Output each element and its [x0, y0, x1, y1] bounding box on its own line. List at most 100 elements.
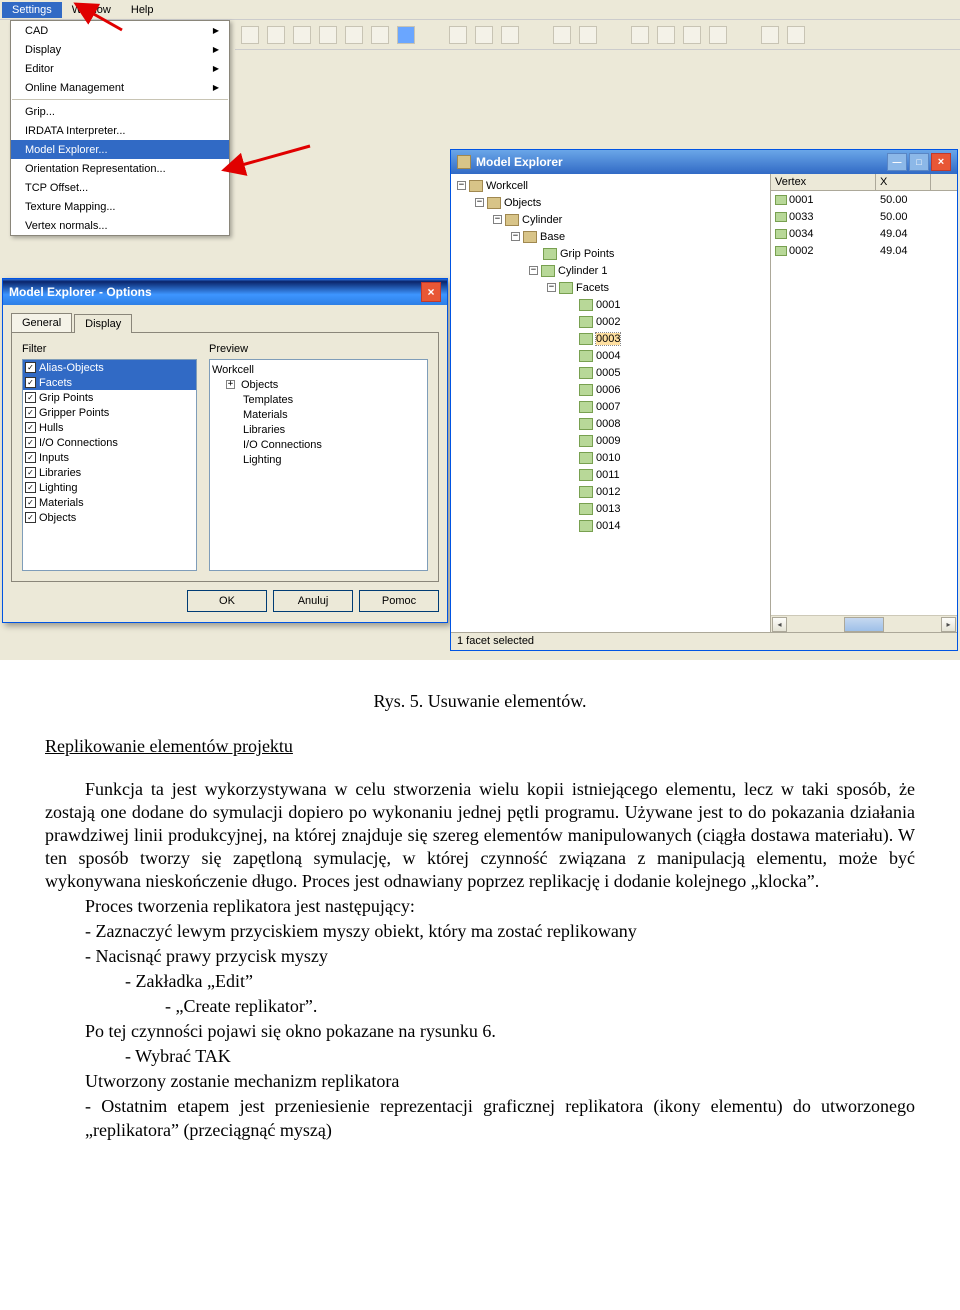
tree-node[interactable]: 0004 [454, 347, 767, 364]
filter-item[interactable]: ✓Grip Points [23, 390, 196, 405]
expand-icon[interactable]: − [529, 266, 538, 275]
toolbar-btn[interactable] [631, 26, 649, 44]
filter-item[interactable]: ✓I/O Connections [23, 435, 196, 450]
scrollbar-thumb[interactable] [844, 617, 884, 632]
checkbox-icon[interactable]: ✓ [25, 392, 36, 403]
horizontal-scrollbar[interactable]: ◂ ▸ [771, 615, 957, 632]
tree-node[interactable]: 0014 [454, 517, 767, 534]
checkbox-icon[interactable]: ✓ [25, 482, 36, 493]
explorer-tree[interactable]: −Workcell−Objects−Cylinder−BaseGrip Poin… [451, 174, 771, 632]
tree-node[interactable]: 0013 [454, 500, 767, 517]
toolbar-btn[interactable] [579, 26, 597, 44]
filter-item[interactable]: ✓Gripper Points [23, 405, 196, 420]
tree-node[interactable]: Grip Points [454, 245, 767, 262]
data-rows[interactable]: 000150.00003350.00003449.04000249.04 [771, 191, 957, 615]
toolbar-help-btn[interactable] [397, 26, 415, 44]
preview-node[interactable]: I/O Connections [212, 437, 425, 452]
close-icon[interactable]: × [931, 153, 951, 171]
toolbar-btn[interactable] [319, 26, 337, 44]
toolbar-btn[interactable] [345, 26, 363, 44]
expand-icon[interactable]: + [226, 380, 235, 389]
filter-item[interactable]: ✓Libraries [23, 465, 196, 480]
dropdown-item[interactable]: IRDATA Interpreter... [11, 121, 229, 140]
checkbox-icon[interactable]: ✓ [25, 437, 36, 448]
menu-settings[interactable]: Settings [2, 2, 62, 18]
filter-listbox[interactable]: ✓Alias-Objects✓Facets✓Grip Points✓Grippe… [22, 359, 197, 571]
minimize-icon[interactable]: — [887, 153, 907, 171]
preview-node[interactable]: Libraries [212, 422, 425, 437]
toolbar-btn[interactable] [683, 26, 701, 44]
checkbox-icon[interactable]: ✓ [25, 377, 36, 388]
tree-node[interactable]: 0003 [454, 330, 767, 347]
data-row[interactable]: 003350.00 [771, 208, 957, 225]
filter-item[interactable]: ✓Hulls [23, 420, 196, 435]
toolbar-btn[interactable] [293, 26, 311, 44]
tree-node[interactable]: 0009 [454, 432, 767, 449]
preview-node[interactable]: Templates [212, 392, 425, 407]
toolbar-btn[interactable] [761, 26, 779, 44]
tree-node[interactable]: 0011 [454, 466, 767, 483]
tree-node[interactable]: 0012 [454, 483, 767, 500]
checkbox-icon[interactable]: ✓ [25, 497, 36, 508]
toolbar-btn[interactable] [241, 26, 259, 44]
expand-icon[interactable]: − [511, 232, 520, 241]
checkbox-icon[interactable]: ✓ [25, 512, 36, 523]
filter-item[interactable]: ✓Materials [23, 495, 196, 510]
dropdown-item[interactable]: Editor▶ [11, 59, 229, 78]
toolbar-btn[interactable] [475, 26, 493, 44]
data-row[interactable]: 000249.04 [771, 242, 957, 259]
toolbar-btn[interactable] [709, 26, 727, 44]
toolbar-btn[interactable] [553, 26, 571, 44]
scroll-right-icon[interactable]: ▸ [941, 617, 956, 632]
checkbox-icon[interactable]: ✓ [25, 407, 36, 418]
tree-node[interactable]: 0002 [454, 313, 767, 330]
filter-item[interactable]: ✓Objects [23, 510, 196, 525]
dropdown-item[interactable]: Orientation Representation... [11, 159, 229, 178]
cancel-button[interactable]: Anuluj [273, 590, 353, 612]
checkbox-icon[interactable]: ✓ [25, 467, 36, 478]
checkbox-icon[interactable]: ✓ [25, 452, 36, 463]
ok-button[interactable]: OK [187, 590, 267, 612]
dropdown-item[interactable]: Texture Mapping... [11, 197, 229, 216]
expand-icon[interactable]: − [493, 215, 502, 224]
tab-display[interactable]: Display [74, 314, 132, 333]
toolbar-btn[interactable] [787, 26, 805, 44]
preview-node[interactable]: Lighting [212, 452, 425, 467]
expand-icon[interactable]: − [457, 181, 466, 190]
toolbar-btn[interactable] [657, 26, 675, 44]
tree-node[interactable]: −Facets [454, 279, 767, 296]
col-vertex[interactable]: Vertex [771, 174, 876, 190]
scroll-left-icon[interactable]: ◂ [772, 617, 787, 632]
data-row[interactable]: 003449.04 [771, 225, 957, 242]
tree-node[interactable]: 0006 [454, 381, 767, 398]
col-x[interactable]: X [876, 174, 931, 190]
filter-item[interactable]: ✓Lighting [23, 480, 196, 495]
checkbox-icon[interactable]: ✓ [25, 422, 36, 433]
filter-item[interactable]: ✓Facets [23, 375, 196, 390]
checkbox-icon[interactable]: ✓ [25, 362, 36, 373]
tree-node[interactable]: 0001 [454, 296, 767, 313]
toolbar-btn[interactable] [449, 26, 467, 44]
tree-node[interactable]: −Base [454, 228, 767, 245]
dropdown-item[interactable]: Vertex normals... [11, 216, 229, 235]
dropdown-item[interactable]: Model Explorer... [11, 140, 229, 159]
preview-tree[interactable]: Workcell+ObjectsTemplatesMaterialsLibrar… [209, 359, 428, 571]
tree-node[interactable]: −Cylinder 1 [454, 262, 767, 279]
preview-node[interactable]: +Objects [212, 377, 425, 392]
data-row[interactable]: 000150.00 [771, 191, 957, 208]
dropdown-item[interactable]: Online Management▶ [11, 78, 229, 97]
tab-general[interactable]: General [11, 313, 72, 332]
tree-node[interactable]: −Cylinder [454, 211, 767, 228]
maximize-icon[interactable]: □ [909, 153, 929, 171]
toolbar-btn[interactable] [371, 26, 389, 44]
menu-window[interactable]: Window [62, 2, 121, 18]
expand-icon[interactable]: − [547, 283, 556, 292]
filter-item[interactable]: ✓Alias-Objects [23, 360, 196, 375]
options-titlebar[interactable]: Model Explorer - Options × [3, 279, 447, 305]
dropdown-item[interactable]: Display▶ [11, 40, 229, 59]
tree-node[interactable]: 0008 [454, 415, 767, 432]
tree-node[interactable]: 0007 [454, 398, 767, 415]
tree-node[interactable]: 0005 [454, 364, 767, 381]
close-icon[interactable]: × [421, 282, 441, 302]
dropdown-item[interactable]: TCP Offset... [11, 178, 229, 197]
